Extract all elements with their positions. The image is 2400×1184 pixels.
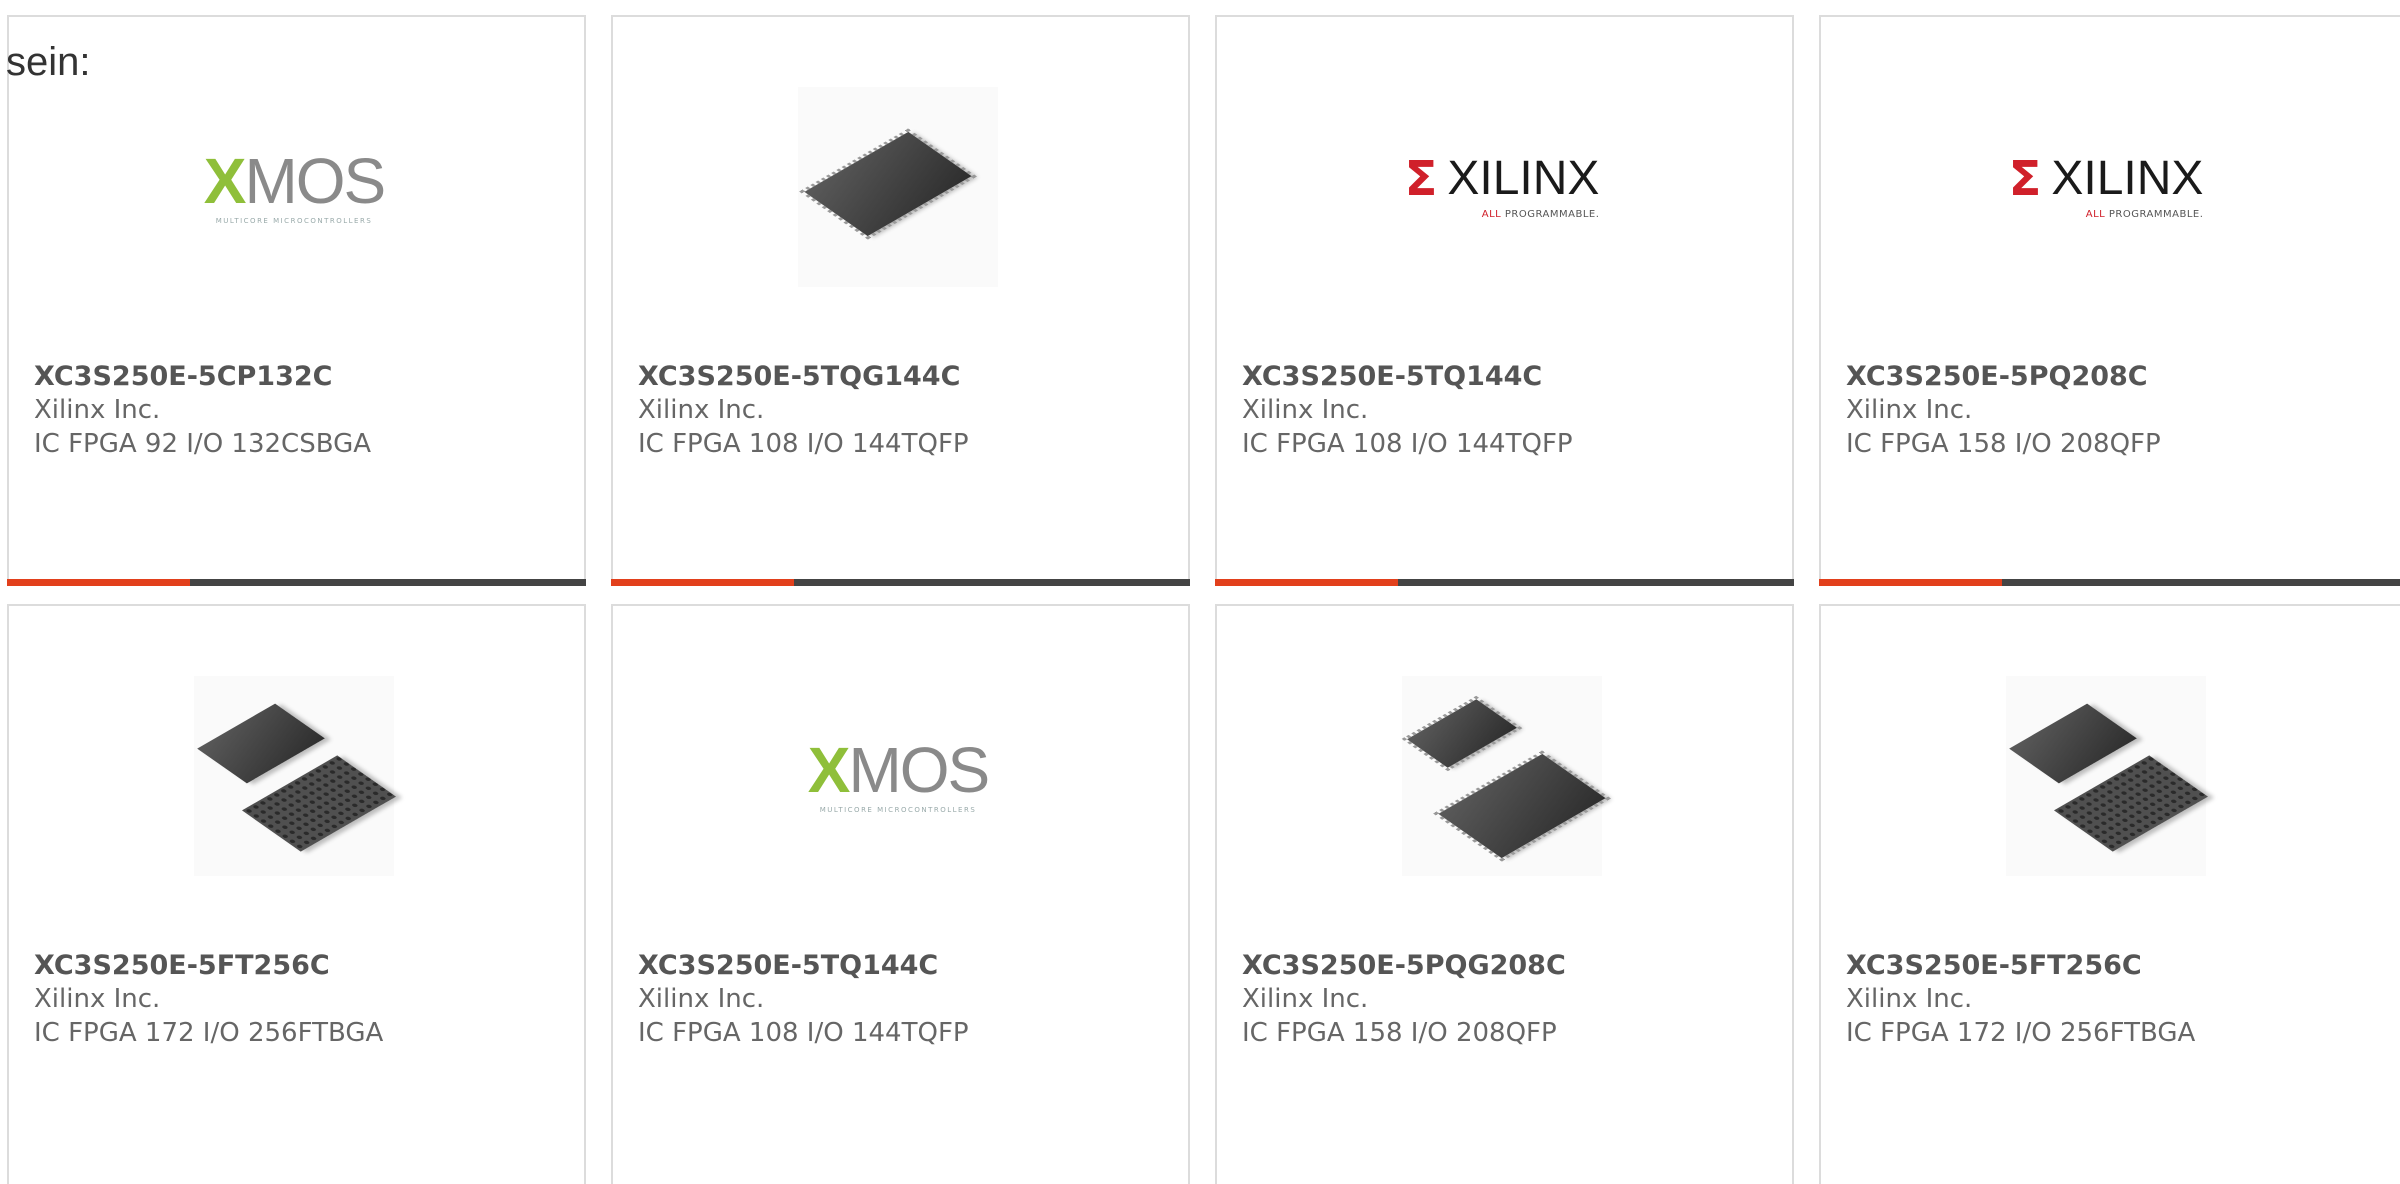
product-card[interactable]: Σ XILINX ALL PROGRAMMABLE. XC3S250E-5PQ20…: [1819, 15, 2400, 586]
bga-chips-image: [194, 676, 397, 876]
card-bar: [7, 579, 586, 586]
bga-chips-image: [2006, 676, 2209, 876]
xilinx-logo: Σ XILINX ALL PROGRAMMABLE.: [2008, 150, 2204, 220]
product-image: [2006, 676, 2209, 876]
part-number[interactable]: XC3S250E-5TQ144C: [638, 949, 1178, 982]
card-bar-accent: [1215, 579, 1398, 586]
xmos-logo-initial: X: [807, 734, 851, 806]
product-card[interactable]: XC3S250E-5FT256C Xilinx Inc. IC FPGA 172…: [7, 604, 586, 1184]
card-bar: [611, 579, 1190, 586]
xilinx-logo-tagline-accent: ALL: [2085, 208, 2106, 220]
description: IC FPGA 158 I/O 208QFP: [1846, 429, 2161, 459]
xmos-logo-wordmark: MOS: [848, 734, 990, 806]
part-number[interactable]: XC3S250E-5PQ208C: [1846, 360, 2390, 393]
manufacturer: Xilinx Inc.: [1242, 395, 1369, 425]
part-number[interactable]: XC3S250E-5FT256C: [1846, 949, 2390, 982]
product-card[interactable]: XC3S250E-5PQG208C Xilinx Inc. IC FPGA 15…: [1215, 604, 1794, 1184]
description: IC FPGA 172 I/O 256FTBGA: [34, 1018, 384, 1048]
product-image: Σ XILINX ALL PROGRAMMABLE.: [1402, 87, 1602, 287]
xmos-logo-initial: X: [203, 145, 247, 217]
product-card[interactable]: XMOS MULTICORE MICROCONTROLLERS XC3S250E…: [611, 604, 1190, 1184]
part-number[interactable]: XC3S250E-5PQG208C: [1242, 949, 1782, 982]
xilinx-logo-wordmark: XILINX: [2051, 151, 2204, 205]
manufacturer: Xilinx Inc.: [1846, 984, 1973, 1014]
xilinx-logo: Σ XILINX ALL PROGRAMMABLE.: [1404, 150, 1600, 220]
xmos-logo: XMOS MULTICORE MICROCONTROLLERS: [808, 738, 990, 814]
manufacturer: Xilinx Inc.: [34, 395, 161, 425]
manufacturer: Xilinx Inc.: [34, 984, 161, 1014]
manufacturer: Xilinx Inc.: [1846, 395, 1973, 425]
description: IC FPGA 108 I/O 144TQFP: [638, 1018, 969, 1048]
manufacturer: Xilinx Inc.: [638, 395, 765, 425]
product-card[interactable]: XC3S250E-5TQG144C Xilinx Inc. IC FPGA 10…: [611, 15, 1190, 586]
xilinx-logo-wordmark: XILINX: [1447, 151, 1600, 205]
card-bar: [1215, 579, 1794, 586]
part-number[interactable]: XC3S250E-5TQG144C: [638, 360, 1178, 393]
manufacturer: Xilinx Inc.: [638, 984, 765, 1014]
description: IC FPGA 172 I/O 256FTBGA: [1846, 1018, 2196, 1048]
xilinx-logo-tagline: PROGRAMMABLE.: [1504, 208, 1600, 220]
part-number[interactable]: XC3S250E-5CP132C: [34, 360, 574, 393]
tqfp-chip-image: [798, 87, 998, 287]
description: IC FPGA 92 I/O 132CSBGA: [34, 429, 372, 459]
xmos-logo: XMOS MULTICORE MICROCONTROLLERS: [204, 149, 386, 225]
description: IC FPGA 158 I/O 208QFP: [1242, 1018, 1557, 1048]
description: IC FPGA 108 I/O 144TQFP: [1242, 429, 1573, 459]
qfp-chips-image: [1402, 676, 1610, 876]
manufacturer: Xilinx Inc.: [1242, 984, 1369, 1014]
xmos-logo-tagline: MULTICORE MICROCONTROLLERS: [215, 217, 373, 225]
card-bar-accent: [1819, 579, 2002, 586]
part-number[interactable]: XC3S250E-5TQ144C: [1242, 360, 1782, 393]
product-image: XMOS MULTICORE MICROCONTROLLERS: [194, 87, 394, 287]
product-image: [194, 676, 397, 876]
card-bar-accent: [7, 579, 190, 586]
xilinx-logo-tagline-accent: ALL: [1481, 208, 1502, 220]
xmos-logo-wordmark: MOS: [244, 145, 386, 217]
card-bar-accent: [611, 579, 794, 586]
card-bar: [1819, 579, 2400, 586]
xilinx-logo-tagline: PROGRAMMABLE.: [2108, 208, 2204, 220]
product-card[interactable]: XC3S250E-5FT256C Xilinx Inc. IC FPGA 172…: [1819, 604, 2400, 1184]
product-card[interactable]: Σ XILINX ALL PROGRAMMABLE. XC3S250E-5TQ14…: [1215, 15, 1794, 586]
intro-text: sein:: [6, 40, 91, 84]
part-number[interactable]: XC3S250E-5FT256C: [34, 949, 574, 982]
xmos-logo-tagline: MULTICORE MICROCONTROLLERS: [819, 806, 977, 814]
description: IC FPGA 108 I/O 144TQFP: [638, 429, 969, 459]
product-image: [1402, 676, 1610, 876]
product-image: Σ XILINX ALL PROGRAMMABLE.: [2006, 87, 2206, 287]
product-image: [798, 87, 998, 287]
product-card[interactable]: XMOS MULTICORE MICROCONTROLLERS XC3S250E…: [7, 15, 586, 586]
product-image: XMOS MULTICORE MICROCONTROLLERS: [798, 676, 998, 876]
